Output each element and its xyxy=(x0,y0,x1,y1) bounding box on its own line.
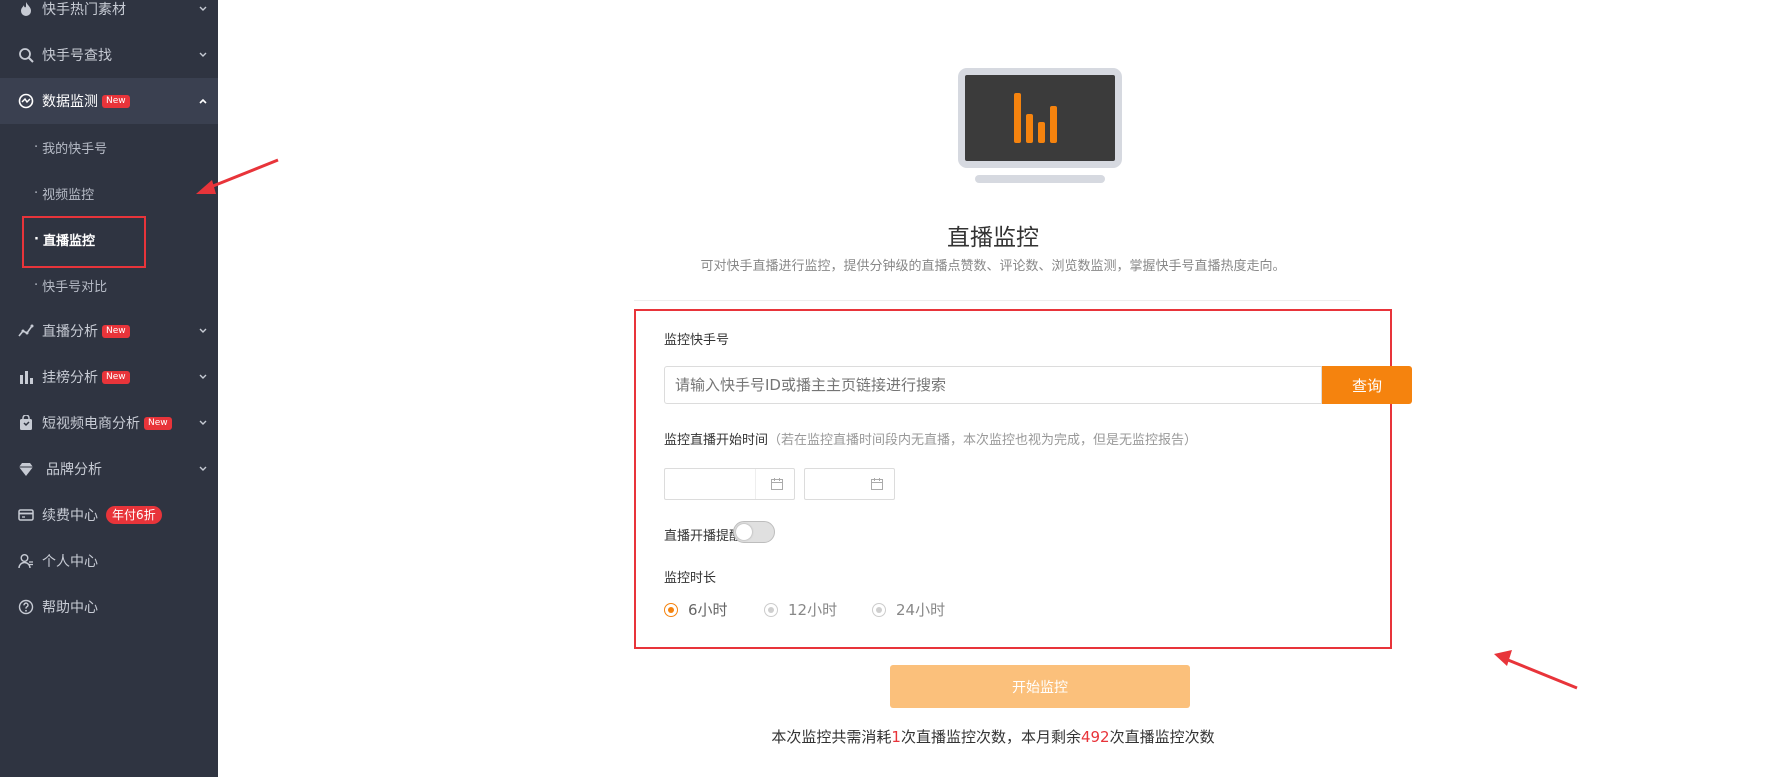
sidebar-item-label: 数据监测 xyxy=(42,94,98,110)
page-title: 直播监控 xyxy=(947,225,1039,251)
new-badge: New xyxy=(102,324,130,338)
chevron-down-icon xyxy=(198,418,208,428)
sidebar-item-account-search[interactable]: 快手号查找 xyxy=(0,32,218,78)
quota-note: 本次监控共需消耗1次直播监控次数，本月剩余492次直播监控次数 xyxy=(771,728,1215,746)
radio-circle xyxy=(764,602,778,617)
calendar-icon xyxy=(871,478,883,490)
sidebar-subitem-account-compare[interactable]: · 快手号对比 xyxy=(0,262,218,308)
sidebar-item-label: 续费中心 xyxy=(42,508,98,524)
sidebar-subitem-label: 视频监控 xyxy=(42,187,95,203)
start-time-picker[interactable] xyxy=(804,468,895,500)
duration-option-6h[interactable]: 6小时 xyxy=(664,599,728,620)
new-badge: New xyxy=(144,416,172,430)
start-monitoring-button[interactable]: 开始监控 xyxy=(890,665,1190,708)
cost-count: 1 xyxy=(891,728,901,746)
sidebar-item-label: 直播分析 xyxy=(42,324,98,340)
search-icon xyxy=(18,47,34,63)
bag-icon xyxy=(18,415,34,431)
main-content: 直播监控 可对快手直播进行监控，提供分钟级的直播点赞数、评论数、浏览数监测，掌握… xyxy=(218,0,1768,777)
sidebar-item-help-center[interactable]: 帮助中心 xyxy=(0,584,218,630)
sidebar-item-label: 短视频电商分析 xyxy=(42,416,140,432)
calendar-icon xyxy=(771,478,783,490)
help-icon xyxy=(18,599,34,615)
divider xyxy=(634,300,1360,301)
radio-circle xyxy=(664,602,678,617)
card-icon xyxy=(18,507,34,523)
diamond-icon xyxy=(18,461,34,477)
sidebar-subitem-my-accounts[interactable]: · 我的快手号 xyxy=(0,124,218,170)
toggle-knob xyxy=(736,524,752,540)
sidebar-subitem-video-monitoring[interactable]: · 视频监控 xyxy=(0,170,218,216)
monitor-chart-icon xyxy=(18,93,34,109)
sidebar-item-ranking-analysis[interactable]: 挂榜分析 New xyxy=(0,354,218,400)
page-description: 可对快手直播进行监控，提供分钟级的直播点赞数、评论数、浏览数监测，掌握快手号直播… xyxy=(700,259,1286,274)
sidebar-subitem-label: 快手号对比 xyxy=(42,279,108,295)
chevron-down-icon xyxy=(198,326,208,336)
sidebar-item-ecommerce-analysis[interactable]: 短视频电商分析 New xyxy=(0,400,218,446)
sidebar-item-label: 品牌分析 xyxy=(46,462,102,478)
sidebar-item-live-analysis[interactable]: 直播分析 New xyxy=(0,308,218,354)
sidebar-subitem-label: 我的快手号 xyxy=(42,141,108,157)
sidebar-item-hot-material[interactable]: 快手热门素材 xyxy=(0,0,218,32)
monitor-form: 监控快手号 查询 监控直播开始时间（若在监控直播时间段内无直播，本次监控也视为完… xyxy=(634,309,1412,649)
remaining-count: 492 xyxy=(1080,728,1110,746)
sidebar-item-data-monitoring[interactable]: 数据监测 New xyxy=(0,78,218,124)
annotation-highlight-box xyxy=(22,216,146,268)
sidebar-item-label: 帮助中心 xyxy=(42,600,98,616)
sidebar-item-label: 个人中心 xyxy=(42,554,98,570)
sidebar-item-brand-analysis[interactable]: 品牌分析 xyxy=(0,446,218,492)
query-button[interactable]: 查询 xyxy=(1322,366,1412,404)
duration-option-12h[interactable]: 12小时 xyxy=(764,599,837,620)
sidebar-item-label: 快手热门素材 xyxy=(42,2,126,18)
monitor-chart-illustration xyxy=(958,68,1122,183)
new-badge: New xyxy=(102,370,130,384)
sidebar: 快手热门素材 快手号查找 数据监测 New · 我的快手号 · 视频监控 · 直… xyxy=(0,0,218,777)
discount-badge: 年付6折 xyxy=(106,506,162,524)
duration-option-24h[interactable]: 24小时 xyxy=(872,599,945,620)
sidebar-item-renewal-center[interactable]: 续费中心 年付6折 xyxy=(0,492,218,538)
start-time-hint: （若在监控直播时间段内无直播，本次监控也视为完成，但是无监控报告） xyxy=(768,433,1198,448)
sidebar-item-personal-center[interactable]: 个人中心 xyxy=(0,538,218,584)
fire-icon xyxy=(18,1,34,17)
trend-icon xyxy=(18,323,34,339)
new-badge: New xyxy=(102,94,130,108)
radio-circle xyxy=(872,602,886,617)
chevron-down-icon xyxy=(198,372,208,382)
chevron-down-icon xyxy=(198,464,208,474)
account-label: 监控快手号 xyxy=(664,333,730,348)
account-search-input[interactable] xyxy=(664,366,1322,404)
live-reminder-toggle[interactable] xyxy=(733,521,775,543)
chevron-down-icon xyxy=(198,4,208,14)
chevron-down-icon xyxy=(198,50,208,60)
sidebar-item-label: 快手号查找 xyxy=(42,48,112,64)
start-time-label: 监控直播开始时间（若在监控直播时间段内无直播，本次监控也视为完成，但是无监控报告… xyxy=(664,433,1198,448)
chevron-up-icon xyxy=(198,96,208,106)
sidebar-item-label: 挂榜分析 xyxy=(42,370,98,386)
bar-chart-icon xyxy=(18,369,34,385)
user-icon xyxy=(18,553,34,569)
start-date-picker[interactable] xyxy=(664,468,795,500)
duration-label: 监控时长 xyxy=(664,571,717,586)
